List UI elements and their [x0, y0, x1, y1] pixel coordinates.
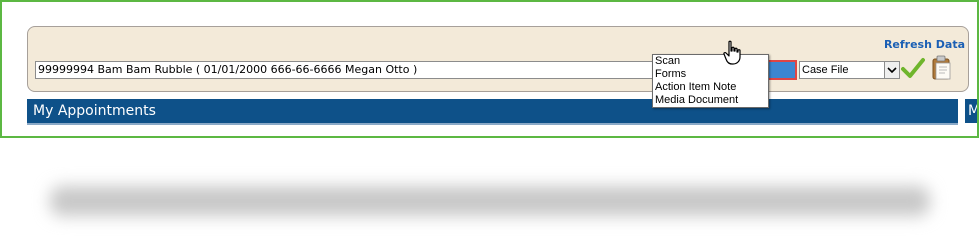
dropdown-item-media-document[interactable]: Media Document	[653, 94, 768, 107]
patient-search-input[interactable]: 99999994 Bam Bam Rubble ( 01/01/2000 666…	[35, 61, 672, 79]
navigate-dropdown-list: Scan Forms Action Item Note Media Docume…	[652, 54, 769, 108]
app-frame: Refresh Data 99999994 Bam Bam Rubble ( 0…	[0, 0, 979, 138]
dropdown-item-scan[interactable]: Scan	[653, 55, 768, 68]
section-divider	[27, 123, 958, 125]
refresh-data-link[interactable]: Refresh Data	[884, 38, 965, 51]
drop-shadow	[50, 186, 930, 216]
right-section-header: M	[965, 99, 977, 123]
toolbar-panel: Refresh Data 99999994 Bam Bam Rubble ( 0…	[27, 26, 969, 92]
dropdown-item-forms[interactable]: Forms	[653, 68, 768, 81]
case-file-select[interactable]: Case File	[799, 61, 900, 79]
chevron-down-icon[interactable]	[884, 62, 899, 78]
dropdown-item-action-item-note[interactable]: Action Item Note	[653, 81, 768, 94]
case-file-select-value: Case File	[802, 64, 849, 76]
check-icon[interactable]	[901, 57, 925, 79]
clipboard-icon[interactable]	[931, 55, 953, 81]
hand-cursor-icon	[722, 40, 744, 66]
my-appointments-header: My Appointments	[27, 99, 958, 123]
